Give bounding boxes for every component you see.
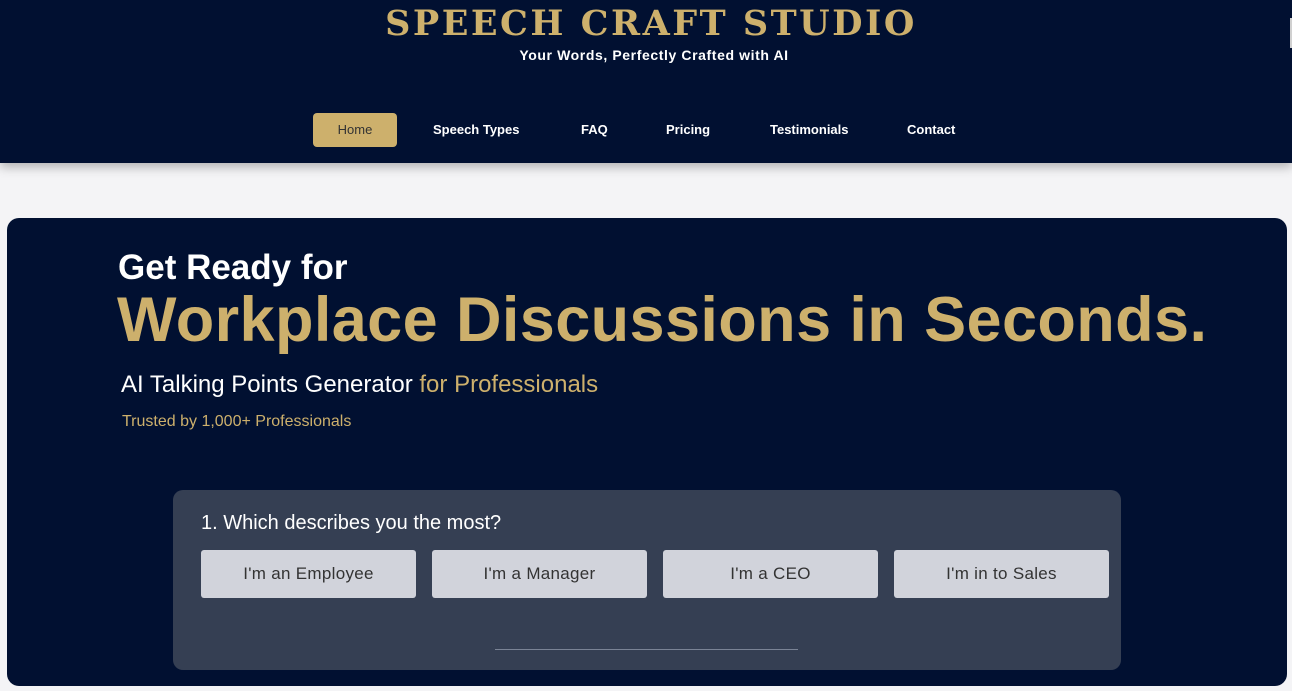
nav-pricing[interactable]: Pricing <box>666 113 710 147</box>
quiz-question: 1. Which describes you the most? <box>201 512 502 534</box>
brand-tagline: Your Words, Perfectly Crafted with AI <box>519 47 789 63</box>
hero-heading-line1: Get Ready for <box>118 248 348 287</box>
quiz-card: 1. Which describes you the most? I'm an … <box>173 490 1121 670</box>
quiz-progress-divider <box>495 649 798 650</box>
main-nav: Home Speech Types FAQ Pricing Testimonia… <box>0 113 1292 147</box>
nav-home[interactable]: Home <box>313 113 397 147</box>
nav-faq[interactable]: FAQ <box>581 113 608 147</box>
site-header: SPEECH CRAFT STUDIO Your Words, Perfectl… <box>0 0 1292 163</box>
nav-speech-types[interactable]: Speech Types <box>433 113 519 147</box>
option-manager-button[interactable]: I'm a Manager <box>432 550 647 598</box>
option-sales-button[interactable]: I'm in to Sales <box>894 550 1109 598</box>
option-employee-button[interactable]: I'm an Employee <box>201 550 416 598</box>
hero-heading-line2: Workplace Discussions in Seconds. <box>117 285 1208 355</box>
hero-section: Get Ready for Workplace Discussions in S… <box>7 218 1287 686</box>
nav-contact[interactable]: Contact <box>907 113 955 147</box>
hero-subtitle-main: AI Talking Points Generator <box>121 371 420 398</box>
hero-subtitle: AI Talking Points Generator for Professi… <box>121 371 598 399</box>
trust-badge-text: Trusted by 1,000+ Professionals <box>122 413 352 430</box>
hero-subtitle-accent: for Professionals <box>419 371 599 398</box>
nav-testimonials[interactable]: Testimonials <box>770 113 849 147</box>
option-ceo-button[interactable]: I'm a CEO <box>663 550 878 598</box>
brand-title[interactable]: SPEECH CRAFT STUDIO <box>0 3 1292 44</box>
